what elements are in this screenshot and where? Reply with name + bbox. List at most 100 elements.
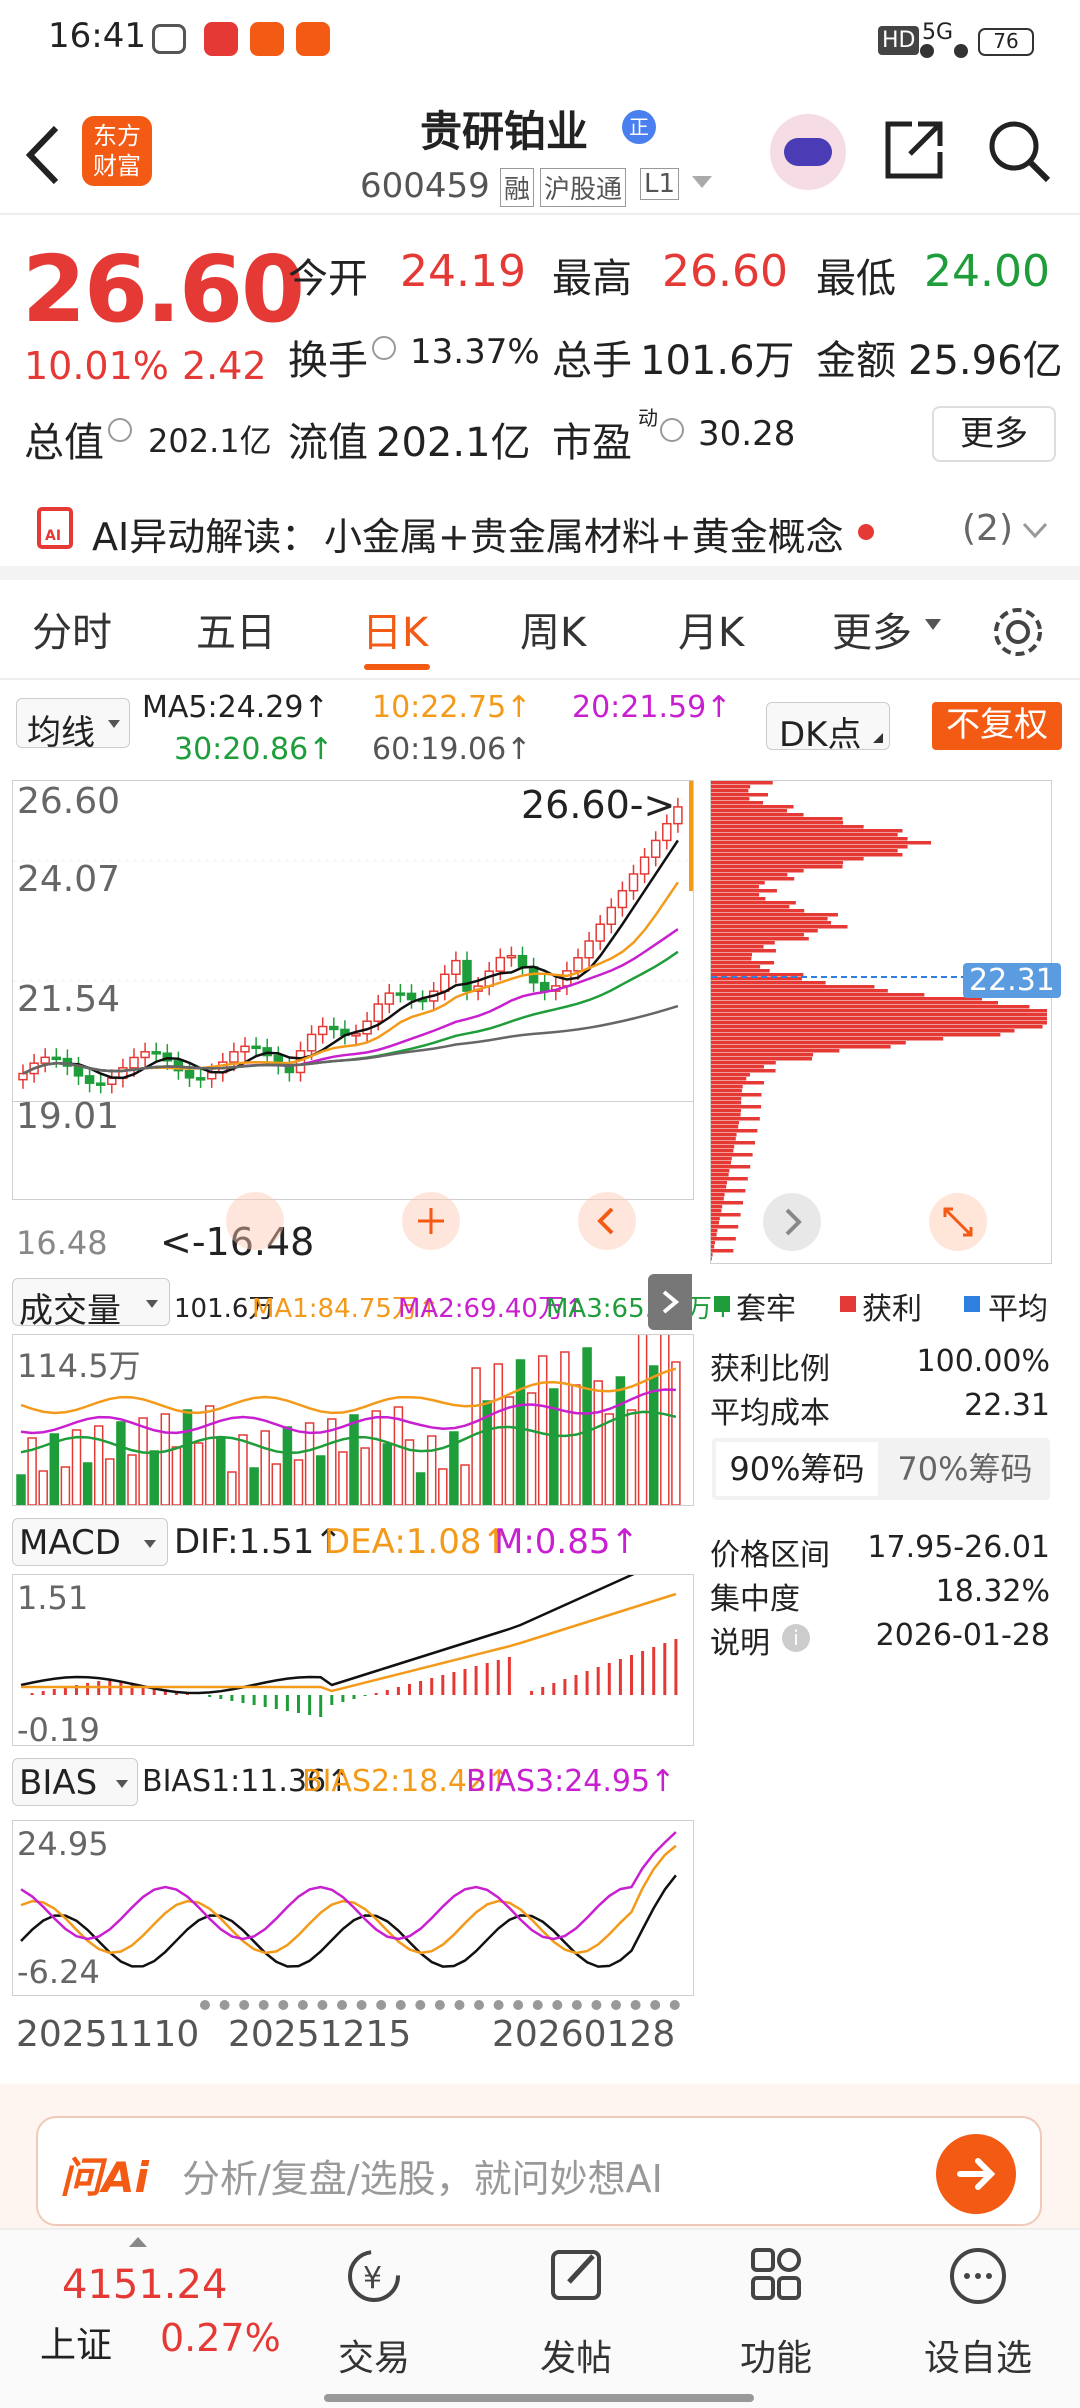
chip-bar bbox=[711, 1229, 718, 1233]
index-value[interactable]: 4151.24 bbox=[62, 2262, 227, 2308]
arrow-right-icon bbox=[957, 2158, 996, 2190]
info-icon[interactable] bbox=[660, 418, 684, 442]
note-date: 2026-01-28 bbox=[875, 1618, 1050, 1653]
chip-bar bbox=[711, 1121, 740, 1125]
tab-more[interactable]: 更多 bbox=[832, 600, 912, 658]
crosshair-button[interactable] bbox=[402, 1192, 460, 1250]
tab-five-day[interactable]: 五日 bbox=[196, 600, 276, 658]
gear-icon[interactable] bbox=[990, 604, 1046, 660]
ai-label: AI异动解读： bbox=[92, 515, 320, 559]
dk-selector[interactable]: DK点 bbox=[766, 702, 890, 755]
expand-icon[interactable] bbox=[929, 1193, 987, 1251]
volume-bar bbox=[260, 1430, 270, 1505]
chip-bar bbox=[711, 1057, 812, 1061]
volume-bar bbox=[193, 1442, 204, 1505]
volume-bar bbox=[549, 1388, 559, 1505]
candle-body bbox=[517, 954, 528, 968]
share-icon[interactable] bbox=[882, 118, 946, 182]
chip-panel[interactable]: 22.31 bbox=[710, 780, 1061, 1264]
chip-bar bbox=[711, 1113, 741, 1117]
ai-insight-bar[interactable]: AI AI异动解读： 小金属+贵金属材料+黄金概念 (2) bbox=[0, 480, 1080, 580]
macd-selector[interactable]: MACD bbox=[12, 1518, 168, 1566]
wen-ai-logo: 问Ai bbox=[60, 2153, 149, 2202]
tab-daily-k[interactable]: 日K bbox=[362, 600, 428, 658]
chevron-down-icon[interactable] bbox=[1022, 522, 1048, 540]
chip-bar bbox=[711, 1109, 742, 1113]
chart-area: 均线 MA5:24.29↑ 10:22.75↑ 20:21.59↑ 30:20.… bbox=[0, 680, 1080, 2080]
info-icon[interactable]: i bbox=[782, 1624, 810, 1652]
volume-panel[interactable]: 114.5万 bbox=[12, 1334, 694, 1506]
chevron-left-icon[interactable] bbox=[578, 1192, 636, 1250]
more-button[interactable]: 更多 bbox=[932, 406, 1056, 462]
volume-bar bbox=[593, 1380, 603, 1505]
eastmoney-logo[interactable]: 东方 财富 bbox=[82, 116, 152, 186]
y-label: 21.54 bbox=[17, 979, 121, 1020]
macd-panel[interactable]: 1.51 -0.19 bbox=[12, 1574, 694, 1749]
nav-trade[interactable]: ¥ 交易 bbox=[294, 2244, 454, 2381]
kline-panel[interactable]: 26.60 24.07 21.54 26.60-> bbox=[12, 780, 694, 1102]
chip-bar bbox=[711, 841, 931, 845]
volume-bar bbox=[604, 1413, 615, 1505]
nav-add-watchlist[interactable]: 设自选 bbox=[898, 2244, 1058, 2381]
tab-intraday[interactable]: 分时 bbox=[32, 600, 112, 658]
bias3-value: BIAS3:24.95↑ bbox=[466, 1764, 676, 1799]
volume-bar bbox=[49, 1433, 60, 1505]
kline-panel-lower[interactable] bbox=[12, 1100, 694, 1200]
volume-bar bbox=[360, 1447, 370, 1505]
candle-body bbox=[84, 1075, 95, 1084]
candle-body bbox=[395, 992, 406, 996]
scroll-left-button[interactable] bbox=[226, 1192, 284, 1250]
legend-trapped: 套牢 bbox=[736, 1292, 796, 1327]
ask-ai-bar: 问Ai 分析/复盘/选股，就问妙想AI bbox=[0, 2084, 1080, 2228]
range-value: 17.95-26.01 bbox=[867, 1530, 1050, 1565]
chip-bar bbox=[711, 1061, 776, 1065]
volume-bar bbox=[138, 1417, 148, 1505]
back-arrow-icon[interactable] bbox=[22, 124, 62, 186]
volume-bar bbox=[149, 1450, 159, 1505]
chevron-right-icon[interactable] bbox=[763, 1193, 821, 1251]
chip-bar bbox=[711, 925, 848, 929]
no-adjust-button[interactable]: 不复权 bbox=[932, 702, 1062, 750]
chevron-down-icon[interactable] bbox=[690, 174, 714, 190]
bias-panel[interactable]: 24.95 -6.24 bbox=[12, 1820, 694, 1996]
volume-bar bbox=[560, 1351, 570, 1505]
tab-70-chips[interactable]: 70%筹码 bbox=[884, 1442, 1046, 1496]
candle-body bbox=[206, 1071, 217, 1080]
mktcap-value: 202.1亿 bbox=[148, 422, 272, 460]
avg-cost-label: 平均成本 bbox=[710, 1396, 830, 1431]
send-button[interactable] bbox=[936, 2134, 1016, 2214]
volume-selector[interactable]: 成交量 bbox=[12, 1278, 170, 1331]
chip-bar bbox=[711, 1205, 723, 1209]
volume-bar bbox=[349, 1414, 359, 1505]
bias-selector[interactable]: BIAS bbox=[12, 1758, 138, 1806]
candle-body bbox=[584, 940, 594, 959]
date-ticks bbox=[200, 1998, 680, 2010]
chip-bar bbox=[711, 909, 805, 913]
info-icon[interactable] bbox=[108, 418, 132, 442]
tab-90-chips[interactable]: 90%筹码 bbox=[716, 1442, 878, 1496]
tab-monthly-k[interactable]: 月K bbox=[678, 600, 744, 658]
info-icon[interactable] bbox=[372, 336, 396, 360]
nav-post[interactable]: 发帖 bbox=[496, 2244, 656, 2381]
turnover-value: 13.37% bbox=[410, 332, 540, 372]
chip-bar bbox=[711, 981, 826, 985]
search-icon[interactable] bbox=[986, 118, 1052, 184]
volume-bar bbox=[171, 1446, 182, 1505]
candle-body bbox=[617, 889, 628, 909]
candle-body bbox=[606, 906, 617, 925]
macd-m: M:0.85↑ bbox=[494, 1522, 639, 1562]
macd-axis-top: 1.51 bbox=[17, 1579, 89, 1617]
chip-bar bbox=[711, 813, 804, 817]
index-name[interactable]: 上证 bbox=[40, 2316, 112, 2368]
ask-ai-input[interactable]: 问Ai 分析/复盘/选股，就问妙想AI bbox=[36, 2116, 1042, 2226]
index-pct[interactable]: 0.27% bbox=[160, 2316, 281, 2360]
volume-bar bbox=[304, 1422, 315, 1505]
range-label: 价格区间 bbox=[710, 1538, 830, 1573]
panel-toggle-button[interactable] bbox=[648, 1274, 692, 1330]
robot-avatar-icon[interactable] bbox=[770, 114, 846, 190]
chip-bar bbox=[711, 877, 795, 881]
nav-functions[interactable]: 功能 bbox=[696, 2244, 856, 2381]
tab-weekly-k[interactable]: 周K bbox=[520, 600, 586, 658]
bias-axis-bottom: -6.24 bbox=[17, 1953, 100, 1991]
ma-selector[interactable]: 均线 bbox=[16, 698, 130, 753]
